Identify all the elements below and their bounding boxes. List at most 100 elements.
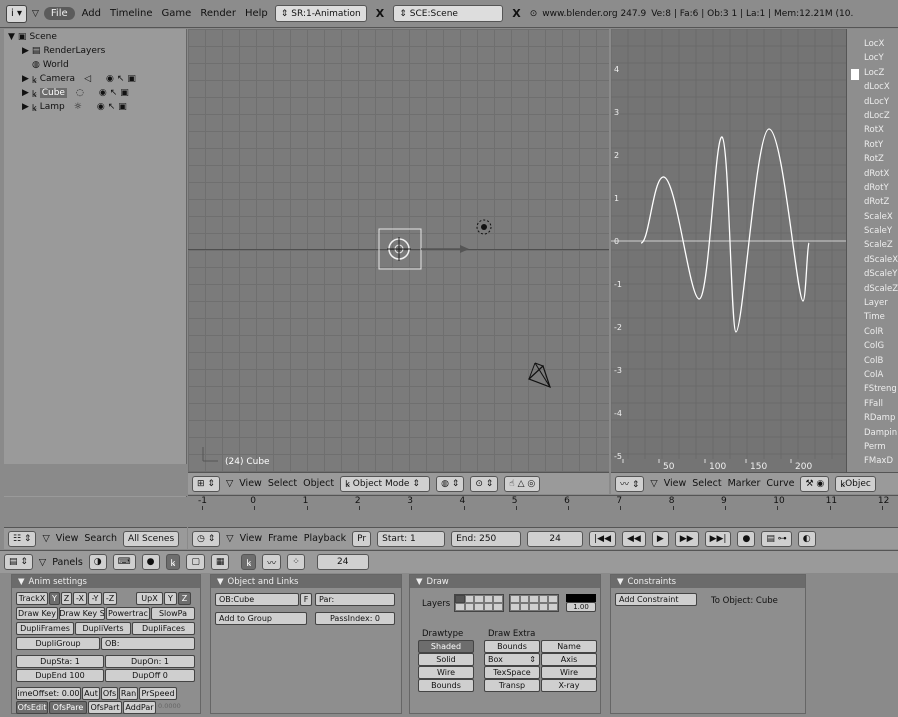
panels-menu[interactable]: Panels [52,557,83,568]
layer-toggle[interactable] [464,595,475,603]
duplifaces-button[interactable]: DupliFaces [132,622,195,635]
outliner-row-cube[interactable]: ▶ ꝃ Cube ◌ ◉ ↖ ▣ [8,86,182,100]
layer-toggle[interactable] [493,595,503,603]
collapse-menu-icon[interactable]: ▽ [650,478,657,489]
drawtype-wire-button[interactable]: Wire [418,666,474,679]
draw-name-toggle[interactable]: Name [541,640,597,653]
menu-game[interactable]: Game [160,8,194,19]
mode-selector[interactable]: ꝃ Object Mode ⇕ [340,475,431,492]
all-scenes-dropdown[interactable]: All Scenes [122,530,180,547]
draw-key-sel-button[interactable]: Draw Key S [59,607,105,620]
ipo-channel-item[interactable]: dRotY [847,183,898,197]
trackx-button[interactable]: TrackX [16,592,48,605]
powertrack-button[interactable]: Powertrac [106,607,150,620]
fake-user-button[interactable]: F [300,593,312,606]
menu-timeline[interactable]: Timeline [108,8,155,19]
layer-toggle[interactable] [483,603,494,611]
expand-icon[interactable]: ▶ [22,74,29,84]
bounds-type-dropdown[interactable]: Box ⇕ [484,653,540,666]
layer-toggle[interactable] [493,603,503,611]
layer-toggle[interactable] [529,595,539,603]
expand-icon[interactable]: ▶ [22,46,29,56]
delete-screen-button[interactable]: X [372,7,388,20]
render-icon[interactable]: ▣ [118,102,127,112]
preview-range-toggle[interactable]: Pr [352,530,372,547]
menu-file[interactable]: File [43,7,75,20]
editor-type-button[interactable]: i ▾ [6,4,27,23]
layer-grid-1[interactable] [454,594,504,612]
collapse-arrow-icon[interactable]: ▼ [416,577,423,587]
channel-active-marker[interactable] [851,68,859,80]
start-frame-field[interactable]: Start: 1 [377,530,446,547]
layer-toggle[interactable] [519,603,530,611]
logic-context-button[interactable]: ◑ [88,554,107,570]
draw-axis-toggle[interactable]: Axis [541,653,597,666]
jump-next-key-button[interactable]: ▶▶ [674,530,699,547]
ipo-channel-item[interactable]: RotY [847,140,898,154]
panel-title-bar[interactable]: ▼ Anim settings [12,575,200,588]
layer-toggle[interactable] [474,603,484,611]
auto-button[interactable]: Aut [82,687,100,700]
dupon-field[interactable]: DupOn: 1 [105,655,195,668]
layer-toggle[interactable] [548,595,558,603]
ipo-curve-menu[interactable]: Curve [766,478,794,489]
outliner-scene-row[interactable]: ▼ ▣ Scene [8,30,182,44]
collapse-menu-icon[interactable]: ▽ [39,557,46,568]
play-button[interactable]: ▶ [651,530,669,547]
up-z-button[interactable]: Z [178,592,191,605]
particles-subcontext-button[interactable]: ⁘ [287,554,305,570]
track-negx-button[interactable]: -X [73,592,87,605]
layer-toggle[interactable] [529,603,539,611]
jump-prev-key-button[interactable]: ◀◀ [621,530,646,547]
expand-icon[interactable]: ▶ [22,88,29,98]
3d-editor-type-button[interactable]: ⊞ ⇕ [192,475,220,492]
panel-title-bar[interactable]: ▼ Draw [410,575,600,588]
audio-sync-button[interactable]: ◐ [797,530,816,547]
menu-render[interactable]: Render [198,8,238,19]
track-negz-button[interactable]: -Z [103,592,117,605]
physics-subcontext-button[interactable]: 〰 [262,554,282,570]
layer-toggle[interactable] [510,595,520,603]
layer-toggle[interactable] [538,595,549,603]
panel-title-bar[interactable]: ▼ Constraints [611,575,805,588]
scene-selector[interactable]: ⇕ SCE:Scene [393,5,504,22]
object-color-swatch[interactable] [566,594,596,602]
ipo-channel-item[interactable]: Perm [847,442,898,456]
dupoff-field[interactable]: DupOff 0 [105,669,195,682]
track-y-button[interactable]: Y [49,592,60,605]
keying-set-button[interactable]: ▤ ⊶ [761,530,792,547]
track-negy-button[interactable]: -Y [88,592,102,605]
visibility-eye-icon[interactable]: ◉ [97,102,105,112]
ipo-select-menu[interactable]: Select [692,478,721,489]
outliner-view-menu[interactable]: View [56,533,79,544]
ipo-channel-item[interactable]: dScaleY [847,269,898,283]
drawtype-bounds-button[interactable]: Bounds [418,679,474,692]
shading-context-button[interactable]: ● [141,554,160,570]
drawtype-shaded-button[interactable]: Shaded [418,640,474,653]
expand-icon[interactable]: ▼ [8,32,15,42]
panel-title-bar[interactable]: ▼ Object and Links [211,575,401,588]
ipo-channel-item[interactable]: RDamp [847,413,898,427]
viewport-select-menu[interactable]: Select [268,478,297,489]
ipo-channel-item[interactable]: ScaleY [847,226,898,240]
ipo-channel-item[interactable]: ColR [847,327,898,341]
parent-field[interactable]: Par: [315,593,395,606]
time-offset-field[interactable]: imeOffset: 0.00 [16,687,81,700]
draw-transp-toggle[interactable]: Transp [484,679,540,692]
select-arrow-icon[interactable]: ↖ [108,102,116,112]
layer-toggle[interactable] [474,595,484,603]
script-context-button[interactable]: ⌨ [112,554,136,570]
ofs-button[interactable]: Ofs [101,687,118,700]
timeline-editor-type-button[interactable]: ◷ ⇕ [192,530,221,547]
end-frame-field[interactable]: End: 250 [451,530,522,547]
screen-selector[interactable]: ⇕ SR:1-Animation [274,5,367,22]
layer-toggle[interactable] [519,595,530,603]
editing-context-button[interactable]: ▢ [186,554,205,570]
ipo-channel-item[interactable]: dRotX [847,169,898,183]
ipo-type-dropdown[interactable]: ꝃ Objec [835,475,876,492]
ipo-channel-item[interactable]: ColB [847,356,898,370]
dupligroup-button[interactable]: DupliGroup [16,637,100,650]
delete-scene-button[interactable]: X [508,7,524,20]
rand-button[interactable]: Ran [119,687,138,700]
layer-toggle[interactable] [455,603,465,611]
